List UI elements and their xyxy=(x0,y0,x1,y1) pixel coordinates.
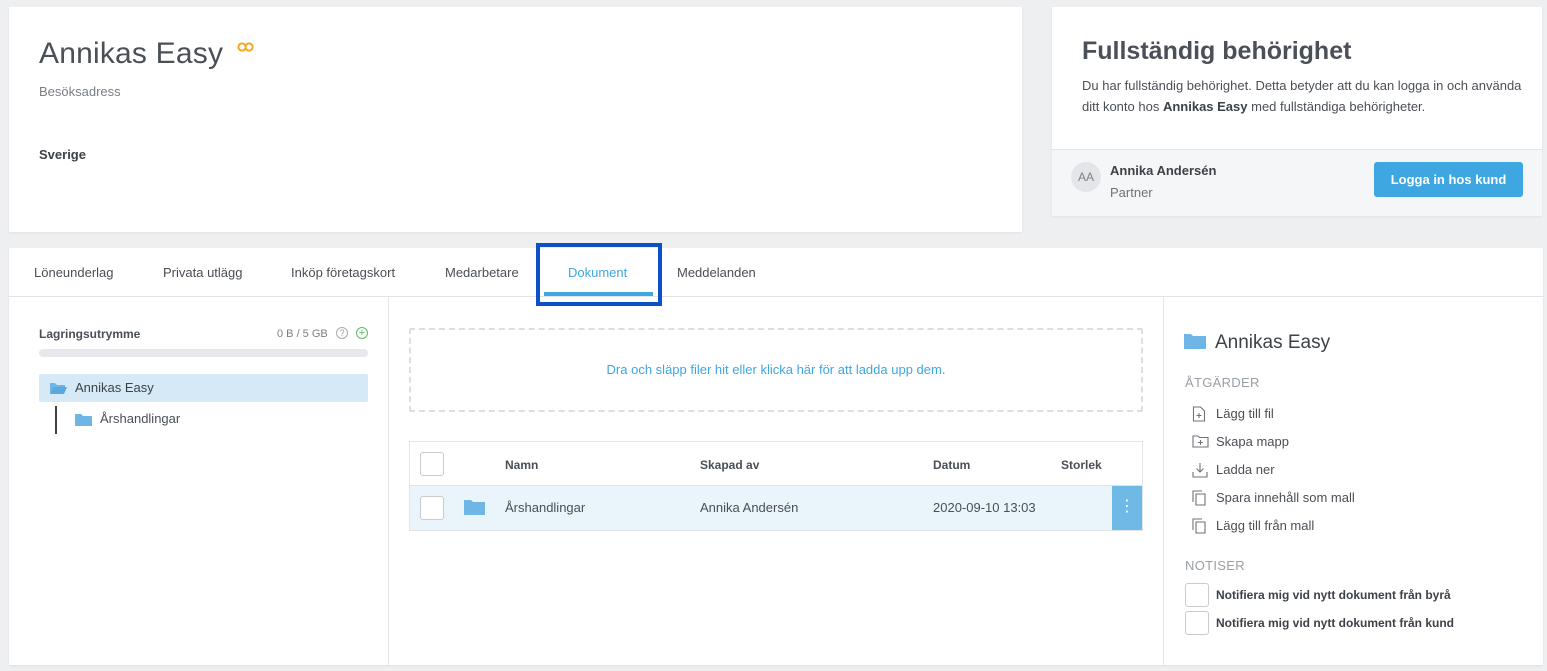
download-icon xyxy=(1192,463,1208,478)
action-download[interactable]: Ladda ner xyxy=(1185,460,1505,480)
action-label: Skapa mapp xyxy=(1216,434,1289,449)
tab-bar: Löneunderlag Privata utlägg Inköp företa… xyxy=(9,243,1543,306)
folder-icon xyxy=(1184,334,1206,349)
avatar: AA xyxy=(1071,162,1101,192)
partner-footer: AA Annika Andersén Partner Logga in hos … xyxy=(1052,149,1542,216)
action-create-folder[interactable]: Skapa mapp xyxy=(1185,432,1505,452)
action-label: Lägg till från mall xyxy=(1216,518,1315,533)
row-menu-button[interactable]: ⋮ xyxy=(1112,486,1142,530)
row-date: 2020-09-10 13:03 xyxy=(933,500,1036,515)
notify-agency-checkbox[interactable] xyxy=(1185,583,1209,607)
tab-documents[interactable]: Dokument xyxy=(568,265,627,280)
row-created-by: Annika Andersén xyxy=(700,500,799,515)
country: Sverige xyxy=(39,147,86,162)
tree-item-arshandlingar[interactable]: Årshandlingar xyxy=(75,407,275,431)
permission-card: Fullständig behörighet Du har fullständi… xyxy=(1052,7,1542,216)
tab-private-expenses[interactable]: Privata utlägg xyxy=(163,265,243,280)
row-checkbox[interactable] xyxy=(420,496,444,520)
action-add-from-template[interactable]: Lägg till från mall xyxy=(1185,516,1505,536)
permission-desc-post: med fullständiga behörigheter. xyxy=(1247,99,1426,114)
action-label: Spara innehåll som mall xyxy=(1216,490,1355,505)
storage-progress-bar xyxy=(39,349,368,357)
tab-employees[interactable]: Medarbetare xyxy=(445,265,519,280)
infinity-badge-icon xyxy=(237,42,254,52)
folder-icon xyxy=(464,500,485,515)
add-file-icon xyxy=(1192,406,1206,422)
tree-item-root[interactable]: Annikas Easy xyxy=(39,374,368,402)
permission-desc-company: Annikas Easy xyxy=(1162,99,1248,114)
notifications-heading: NOTISER xyxy=(1185,558,1245,573)
notify-customer-checkbox[interactable] xyxy=(1185,611,1209,635)
partner-role: Partner xyxy=(1110,185,1153,200)
upload-dropzone[interactable]: Dra och släpp filer hit eller klicka här… xyxy=(409,328,1143,412)
copy-icon xyxy=(1192,490,1206,506)
storage-label: Lagringsutrymme xyxy=(39,327,141,341)
folder-open-icon xyxy=(50,383,67,394)
company-card: Annikas Easy Besöksadress Sverige xyxy=(9,7,1022,232)
column-created-by[interactable]: Skapad av xyxy=(700,458,759,472)
action-label: Lägg till fil xyxy=(1216,406,1274,421)
tab-company-card-purchases[interactable]: Inköp företagskort xyxy=(291,265,395,280)
dropzone-text: Dra och släpp filer hit eller klicka här… xyxy=(606,362,946,377)
partner-name: Annika Andersén xyxy=(1110,163,1217,178)
login-as-customer-button[interactable]: Logga in hos kund xyxy=(1374,162,1523,197)
column-size[interactable]: Storlek xyxy=(1061,458,1102,472)
select-all-checkbox[interactable] xyxy=(420,452,444,476)
notify-label: Notifiera mig vid nytt dokument från byr… xyxy=(1216,588,1451,602)
details-panel: Annikas Easy ÅTGÄRDER Lägg till fil Skap… xyxy=(1163,297,1543,665)
notify-agency-document[interactable]: Notifiera mig vid nytt dokument från byr… xyxy=(1185,583,1525,607)
notify-label: Notifiera mig vid nytt dokument från kun… xyxy=(1216,616,1455,630)
action-save-as-template[interactable]: Spara innehåll som mall xyxy=(1185,488,1505,508)
action-add-file[interactable]: Lägg till fil xyxy=(1185,404,1505,424)
copy-icon xyxy=(1192,518,1206,534)
permission-description: Du har fullständig behörighet. Detta bet… xyxy=(1082,75,1522,117)
permission-title: Fullständig behörighet xyxy=(1082,37,1352,65)
tree-item-label: Årshandlingar xyxy=(100,411,181,426)
column-name[interactable]: Namn xyxy=(505,458,538,472)
visiting-address-label: Besöksadress xyxy=(39,84,121,99)
file-table: Namn Skapad av Datum Storlek Årshandling… xyxy=(409,441,1143,531)
actions-heading: ÅTGÄRDER xyxy=(1185,375,1260,390)
folder-icon xyxy=(75,414,92,426)
folder-sidebar: Lagringsutrymme 0 B / 5 GB ? + Annikas E… xyxy=(9,297,389,665)
row-name[interactable]: Årshandlingar xyxy=(505,500,585,515)
table-row[interactable]: Årshandlingar Annika Andersén 2020-09-10… xyxy=(410,486,1142,530)
main-panel: Löneunderlag Privata utlägg Inköp företa… xyxy=(9,243,1543,665)
notify-customer-document[interactable]: Notifiera mig vid nytt dokument från kun… xyxy=(1185,611,1525,635)
action-label: Ladda ner xyxy=(1216,462,1275,477)
table-header: Namn Skapad av Datum Storlek xyxy=(410,442,1142,486)
details-title: Annikas Easy xyxy=(1215,332,1331,353)
tree-item-label: Annikas Easy xyxy=(75,380,154,395)
add-storage-icon[interactable]: + xyxy=(356,327,368,339)
tree-connector xyxy=(55,406,57,434)
storage-usage: 0 B / 5 GB xyxy=(277,328,328,340)
active-tab-indicator xyxy=(544,292,653,296)
column-date[interactable]: Datum xyxy=(933,458,970,472)
company-name: Annikas Easy xyxy=(39,37,224,70)
tab-payroll-basis[interactable]: Löneunderlag xyxy=(34,265,114,280)
add-folder-icon xyxy=(1192,435,1209,448)
tab-messages[interactable]: Meddelanden xyxy=(677,265,756,280)
help-icon[interactable]: ? xyxy=(336,327,348,339)
